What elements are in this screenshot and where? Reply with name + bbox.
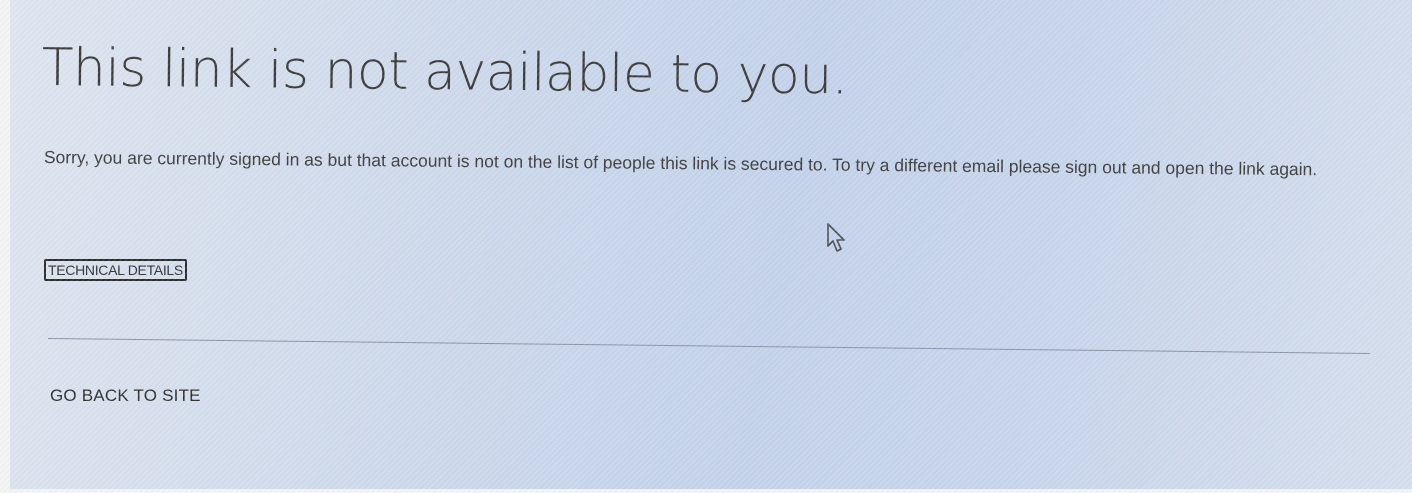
technical-details-button[interactable]: TECHNICAL DETAILS <box>44 259 187 281</box>
go-back-to-site-link[interactable]: GO BACK TO SITE <box>50 386 201 406</box>
screen-bottom-bezel <box>0 489 1412 493</box>
screen-left-bezel <box>0 0 10 493</box>
error-message: Sorry, you are currently signed in as bu… <box>43 146 1318 180</box>
page-title: This link is not available to you. <box>41 38 849 107</box>
mouse-pointer-icon <box>827 223 845 252</box>
error-page: This link is not available to you. Sorry… <box>0 0 1412 493</box>
divider <box>47 338 1370 354</box>
